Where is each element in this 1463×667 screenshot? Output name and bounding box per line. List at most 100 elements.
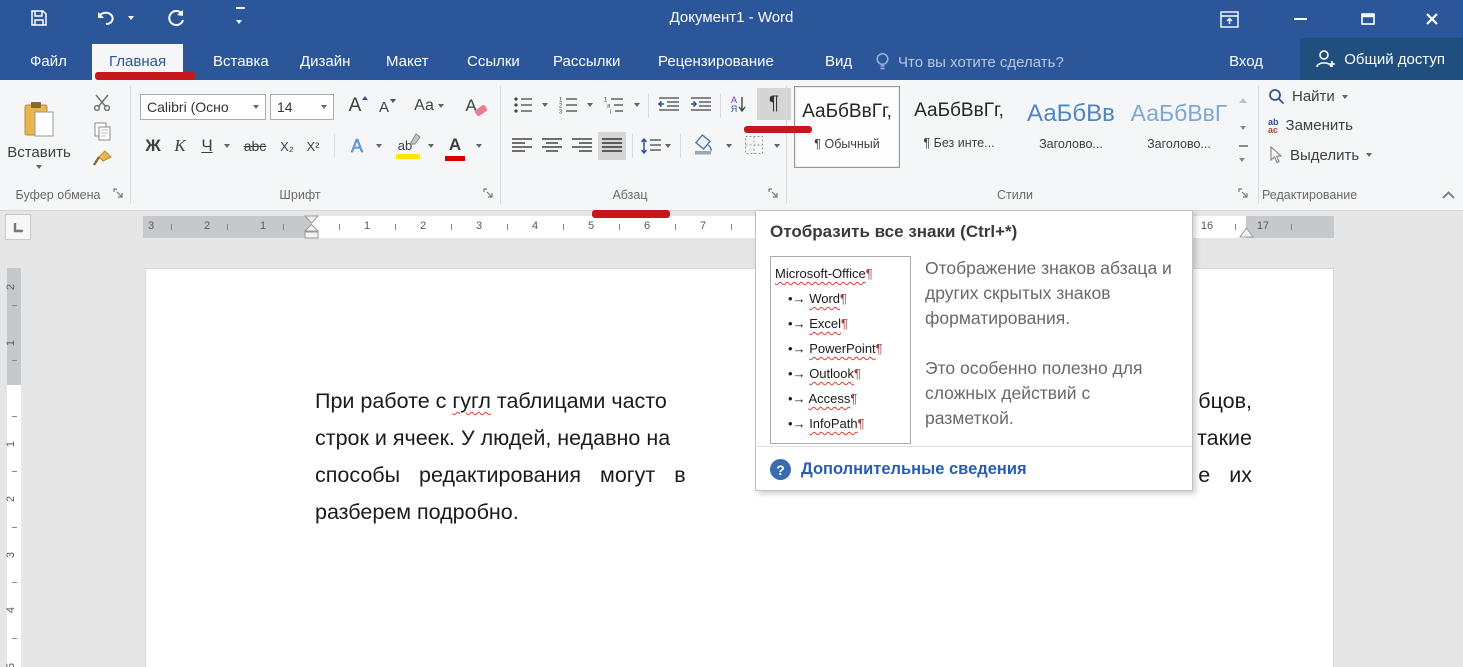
style-heading1[interactable]: АаБбВв Заголово...: [1018, 86, 1124, 168]
vertical-ruler[interactable]: 2112345: [7, 268, 21, 667]
replace-icon: ab ac: [1268, 118, 1279, 134]
text-effects-dropdown-icon[interactable]: [372, 132, 386, 160]
ribbon-display-options-icon[interactable]: [1206, 0, 1252, 38]
styles-gallery-more-icon[interactable]: [1233, 144, 1253, 168]
style-no-spacing[interactable]: АаБбВвГг, ¶ Без инте...: [906, 86, 1012, 168]
ruler-number: 7: [700, 220, 706, 232]
share-label: Общий доступ: [1344, 51, 1445, 68]
tab-layout[interactable]: Макет: [369, 44, 445, 80]
maximize-button[interactable]: [1345, 0, 1391, 38]
tell-me-box[interactable]: Что вы хотите сделать?: [875, 52, 1064, 72]
paragraph-dialog-launcher-icon[interactable]: [768, 188, 783, 203]
ruler-number: 4: [532, 220, 538, 232]
font-dialog-launcher-icon[interactable]: [483, 188, 498, 203]
align-left-button[interactable]: [508, 132, 536, 160]
strikethrough-button[interactable]: abc: [238, 132, 272, 160]
find-button[interactable]: Найти: [1268, 88, 1348, 105]
preview-item: •→ Access¶: [775, 386, 910, 411]
tab-insert[interactable]: Вставка: [196, 44, 286, 80]
styles-scroll-up-icon[interactable]: [1233, 88, 1253, 112]
clipboard-icon: [22, 100, 56, 140]
underline-button[interactable]: Ч: [194, 132, 220, 160]
share-button[interactable]: Общий доступ: [1300, 38, 1463, 80]
align-right-button[interactable]: [568, 132, 596, 160]
ruler-tick: [12, 471, 17, 472]
font-color-dropdown-icon[interactable]: [472, 132, 486, 160]
italic-button[interactable]: К: [168, 132, 192, 160]
ruler-number: 1: [364, 220, 370, 232]
superscript-button[interactable]: X²: [300, 132, 326, 160]
right-indent-marker-icon[interactable]: [1239, 225, 1254, 238]
replace-button[interactable]: ab ac Заменить: [1268, 117, 1353, 134]
styles-dialog-launcher-icon[interactable]: [1238, 188, 1253, 203]
ruler-tick: [12, 360, 17, 361]
tooltip-paragraph-2: Это особенно полезно для сложных действи…: [925, 356, 1178, 431]
learn-more-link[interactable]: ? Дополнительные сведения: [770, 459, 1027, 480]
editing-group-label: Редактирование: [1258, 188, 1398, 202]
tooltip-title: Отобразить все знаки (Ctrl+*): [770, 222, 1178, 242]
ribbon: Вставить Буфер обмена Calibri (Осно 14 А…: [0, 80, 1463, 211]
copy-icon[interactable]: [85, 118, 119, 144]
font-color-button[interactable]: А: [440, 130, 470, 160]
increase-indent-button[interactable]: [686, 92, 716, 118]
tab-design[interactable]: Дизайн: [283, 44, 367, 80]
ruler-tick: [12, 638, 17, 639]
tab-selector-button[interactable]: [5, 214, 31, 240]
bullets-button[interactable]: [508, 92, 538, 118]
lightbulb-icon: [875, 52, 890, 72]
font-size-combo[interactable]: 14: [270, 94, 334, 120]
decrease-indent-button[interactable]: [654, 92, 684, 118]
ruler-tick: [227, 224, 228, 230]
font-family-combo[interactable]: Calibri (Осно: [140, 94, 266, 120]
shading-dropdown-icon[interactable]: [722, 132, 735, 160]
numbering-dropdown-icon[interactable]: [583, 92, 596, 118]
bold-button[interactable]: Ж: [140, 132, 166, 160]
cut-icon[interactable]: [85, 90, 119, 114]
preview-item: •→ Word¶: [775, 286, 910, 311]
align-center-button[interactable]: [538, 132, 566, 160]
tab-file[interactable]: Файл: [13, 44, 84, 80]
find-label: Найти: [1292, 88, 1335, 105]
preview-item: •→ Excel¶: [775, 311, 910, 336]
collapse-ribbon-icon[interactable]: [1438, 186, 1458, 204]
borders-button[interactable]: [738, 130, 770, 160]
highlight-dropdown-icon[interactable]: [424, 132, 438, 160]
highlight-button[interactable]: ab: [388, 130, 422, 160]
tab-mailings[interactable]: Рассылки: [536, 44, 637, 80]
shrink-font-button[interactable]: А: [374, 94, 400, 120]
document-workspace: 3211234567891011121314151617 2112345 При…: [0, 211, 1463, 667]
multilevel-dropdown-icon[interactable]: [630, 92, 643, 118]
sort-button[interactable]: А Я: [724, 90, 754, 120]
borders-dropdown-icon[interactable]: [770, 132, 783, 160]
font-group-label: Шрифт: [240, 188, 360, 202]
paste-button[interactable]: Вставить: [8, 88, 70, 180]
sign-in-button[interactable]: Вход: [1229, 44, 1263, 80]
text-effects-button[interactable]: А: [342, 132, 372, 160]
ruler-tick: [451, 224, 452, 230]
tab-view[interactable]: Вид: [808, 44, 869, 80]
subscript-button[interactable]: X₂: [274, 132, 300, 160]
word-window: Документ1 - Word Файл Главная Вставка Ди…: [0, 0, 1463, 667]
indent-markers-icon[interactable]: [303, 215, 320, 239]
line-spacing-button[interactable]: [638, 132, 672, 160]
change-case-button[interactable]: Аа: [408, 92, 450, 120]
preview-item: •→ PowerPoint¶: [775, 336, 910, 361]
multilevel-list-button[interactable]: 1ai: [598, 92, 630, 118]
preview-heading: Microsoft-Office¶: [775, 261, 910, 286]
grow-font-button[interactable]: А: [344, 92, 372, 120]
bullets-dropdown-icon[interactable]: [538, 92, 551, 118]
clear-formatting-button[interactable]: А: [462, 92, 492, 120]
styles-scroll-down-icon[interactable]: [1233, 116, 1253, 140]
underline-dropdown-icon[interactable]: [220, 132, 234, 160]
clipboard-dialog-launcher-icon[interactable]: [113, 188, 128, 203]
close-button[interactable]: [1409, 0, 1455, 38]
tab-references[interactable]: Ссылки: [450, 44, 537, 80]
select-button[interactable]: Выделить: [1268, 146, 1372, 164]
tab-review[interactable]: Рецензирование: [641, 44, 791, 80]
minimize-button[interactable]: [1277, 0, 1323, 38]
numbering-button[interactable]: 123: [553, 92, 583, 118]
format-painter-icon[interactable]: [85, 146, 119, 172]
justify-button[interactable]: [598, 132, 626, 160]
style-heading2[interactable]: АаБбВвГ Заголово...: [1126, 86, 1232, 168]
shading-button[interactable]: [688, 130, 720, 160]
